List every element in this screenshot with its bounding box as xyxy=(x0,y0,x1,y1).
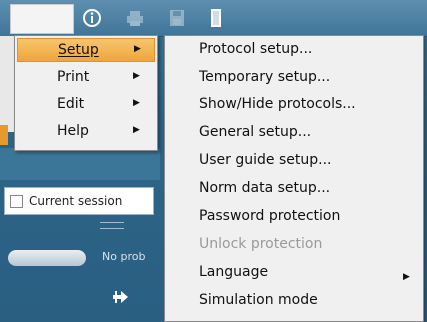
probe-status-text: No prob xyxy=(102,250,146,263)
submenu-item-protocol-setup[interactable]: Protocol setup... xyxy=(199,41,312,57)
main-menu: Setup ▶ Print ▶ Edit ▶ Help ▶ xyxy=(14,35,158,151)
probe-indicator xyxy=(8,250,86,266)
menu-item-help[interactable]: Help ▶ xyxy=(17,120,155,144)
submenu-item-general-setup[interactable]: General setup... xyxy=(199,124,311,140)
submenu-arrow-icon: ▶ xyxy=(133,71,140,81)
panel-splitter-handle[interactable] xyxy=(100,222,124,229)
menu-item-label: Edit xyxy=(57,96,85,112)
save-icon[interactable] xyxy=(167,8,187,28)
submenu-item-language[interactable]: Language xyxy=(199,264,268,280)
exit-icon[interactable] xyxy=(206,8,226,28)
current-session-item[interactable]: Current session xyxy=(4,187,154,215)
file-menu-button[interactable] xyxy=(10,4,74,34)
submenu-item-norm-data-setup[interactable]: Norm data setup... xyxy=(199,180,330,196)
submenu-arrow-icon: ▶ xyxy=(134,44,141,54)
submenu-item-simulation-mode[interactable]: Simulation mode xyxy=(199,292,318,308)
info-icon[interactable] xyxy=(82,8,102,28)
submenu-item-password-protection[interactable]: Password protection xyxy=(199,208,340,224)
menu-item-label: Setup xyxy=(58,42,99,58)
menu-item-print[interactable]: Print ▶ xyxy=(17,66,155,90)
submenu-item-unlock-protection: Unlock protection xyxy=(199,236,323,252)
session-label: Current session xyxy=(29,194,123,208)
submenu-item-show-hide-protocols[interactable]: Show/Hide protocols... xyxy=(199,96,356,112)
menu-item-label: Help xyxy=(57,123,89,139)
submenu-arrow-icon: ▶ xyxy=(133,125,140,135)
menu-item-label: Print xyxy=(57,69,90,85)
submenu-arrow-icon: ▶ xyxy=(133,98,140,108)
session-checkbox[interactable] xyxy=(10,194,23,208)
forward-arrow-icon[interactable] xyxy=(112,289,130,305)
submenu-item-user-guide-setup[interactable]: User guide setup... xyxy=(199,152,331,168)
left-panel-section xyxy=(0,148,160,180)
toolbar xyxy=(0,0,427,37)
setup-submenu: Protocol setup... Temporary setup... Sho… xyxy=(164,35,424,322)
menu-item-edit[interactable]: Edit ▶ xyxy=(17,93,155,117)
left-panel-edge xyxy=(0,36,14,132)
submenu-arrow-icon: ▶ xyxy=(403,272,410,282)
menu-item-setup[interactable]: Setup ▶ xyxy=(17,38,155,62)
active-panel-marker xyxy=(0,125,8,145)
print-icon[interactable] xyxy=(125,8,145,28)
submenu-item-temporary-setup[interactable]: Temporary setup... xyxy=(199,69,330,85)
